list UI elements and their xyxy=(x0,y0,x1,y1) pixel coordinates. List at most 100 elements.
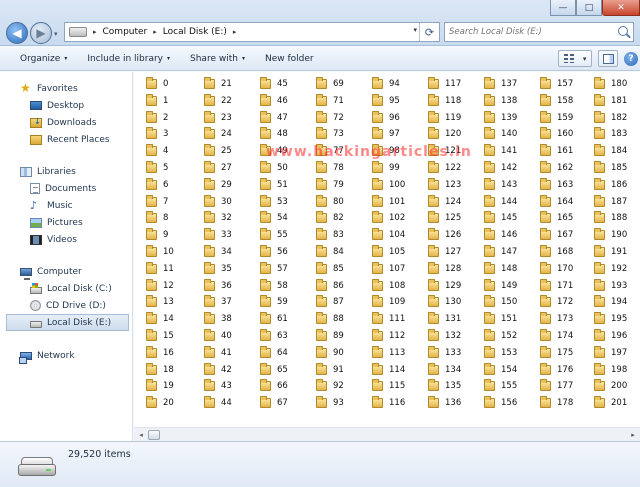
sidebar-item-local-disk-e[interactable]: Local Disk (E:) xyxy=(6,314,129,331)
folder-item[interactable]: 145 xyxy=(484,210,517,226)
folder-item[interactable]: 49 xyxy=(260,143,288,159)
folder-item[interactable]: 123 xyxy=(428,177,461,193)
folder-item[interactable]: 80 xyxy=(316,194,344,210)
folder-item[interactable]: 136 xyxy=(428,395,461,411)
folder-item[interactable]: 99 xyxy=(372,160,400,176)
share-with-button[interactable]: Share with ▾ xyxy=(180,47,255,70)
folder-item[interactable]: 142 xyxy=(484,160,517,176)
minimize-button[interactable]: — xyxy=(550,0,576,16)
folder-item[interactable]: 185 xyxy=(594,160,627,176)
folder-item[interactable]: 151 xyxy=(484,311,517,327)
folder-item[interactable]: 19 xyxy=(146,378,174,394)
folder-item[interactable]: 173 xyxy=(540,311,573,327)
folder-item[interactable]: 130 xyxy=(428,294,461,310)
folder-item[interactable]: 93 xyxy=(316,395,344,411)
include-in-library-button[interactable]: Include in library ▾ xyxy=(77,47,180,70)
folder-item[interactable]: 32 xyxy=(204,210,232,226)
folder-item[interactable]: 20 xyxy=(146,395,174,411)
forward-button[interactable]: ▶ xyxy=(30,22,52,44)
folder-item[interactable]: 172 xyxy=(540,294,573,310)
folder-item[interactable]: 96 xyxy=(372,110,400,126)
folder-item[interactable]: 66 xyxy=(260,378,288,394)
breadcrumb-local-disk-e[interactable]: Local Disk (E:) xyxy=(163,27,227,37)
folder-item[interactable]: 183 xyxy=(594,126,627,142)
sidebar-item-music[interactable]: ♪ Music xyxy=(0,197,133,214)
folder-item[interactable]: 94 xyxy=(372,76,400,92)
back-button[interactable]: ◀ xyxy=(6,22,28,44)
folder-item[interactable]: 44 xyxy=(204,395,232,411)
folder-item[interactable]: 129 xyxy=(428,278,461,294)
folder-item[interactable]: 104 xyxy=(372,227,405,243)
folder-item[interactable]: 51 xyxy=(260,177,288,193)
folder-item[interactable]: 176 xyxy=(540,362,573,378)
folder-item[interactable]: 95 xyxy=(372,93,400,109)
folder-item[interactable]: 50 xyxy=(260,160,288,176)
folder-item[interactable]: 156 xyxy=(484,395,517,411)
organize-button[interactable]: Organize ▾ xyxy=(0,47,77,70)
folder-item[interactable]: 143 xyxy=(484,177,517,193)
horizontal-scrollbar[interactable]: ◂ ▸ xyxy=(134,427,640,441)
folder-item[interactable]: 149 xyxy=(484,278,517,294)
folder-item[interactable]: 126 xyxy=(428,227,461,243)
folder-item[interactable]: 113 xyxy=(372,345,405,361)
folder-item[interactable]: 24 xyxy=(204,126,232,142)
folder-item[interactable]: 141 xyxy=(484,143,517,159)
folder-item[interactable]: 139 xyxy=(484,110,517,126)
folder-item[interactable]: 187 xyxy=(594,194,627,210)
folder-item[interactable]: 158 xyxy=(540,93,573,109)
recent-pages-dropdown[interactable]: ▾ xyxy=(54,30,58,38)
folder-item[interactable]: 27 xyxy=(204,160,232,176)
folder-item[interactable]: 4 xyxy=(146,143,168,159)
new-folder-button[interactable]: New folder xyxy=(255,47,324,70)
folder-item[interactable]: 59 xyxy=(260,294,288,310)
folder-item[interactable]: 14 xyxy=(146,311,174,327)
breadcrumb-separator[interactable]: ▸ xyxy=(233,28,237,36)
folder-item[interactable]: 63 xyxy=(260,328,288,344)
sidebar-item-recent-places[interactable]: Recent Places xyxy=(0,131,133,148)
sidebar-item-computer[interactable]: Computer xyxy=(0,263,133,280)
folder-item[interactable]: 135 xyxy=(428,378,461,394)
folder-item[interactable]: 43 xyxy=(204,378,232,394)
folder-item[interactable]: 40 xyxy=(204,328,232,344)
refresh-button[interactable]: ⟳ xyxy=(419,23,439,41)
sidebar-item-network[interactable]: Network xyxy=(0,347,133,364)
folder-item[interactable]: 115 xyxy=(372,378,405,394)
folder-item[interactable]: 90 xyxy=(316,345,344,361)
folder-item[interactable]: 22 xyxy=(204,93,232,109)
folder-item[interactable]: 152 xyxy=(484,328,517,344)
folder-item[interactable]: 69 xyxy=(316,76,344,92)
folder-item[interactable]: 102 xyxy=(372,210,405,226)
folder-item[interactable]: 88 xyxy=(316,311,344,327)
folder-item[interactable]: 184 xyxy=(594,143,627,159)
folder-item[interactable]: 10 xyxy=(146,244,174,260)
folder-item[interactable]: 48 xyxy=(260,126,288,142)
file-list-view[interactable]: 0 1 2 3 4 5 6 7 8 9 10 11 12 13 14 15 16 18 19 20 21 22 23 24 25… xyxy=(134,72,640,441)
folder-item[interactable]: 148 xyxy=(484,261,517,277)
folder-item[interactable]: 198 xyxy=(594,362,627,378)
folder-item[interactable]: 168 xyxy=(540,244,573,260)
folder-item[interactable]: 111 xyxy=(372,311,405,327)
folder-item[interactable]: 84 xyxy=(316,244,344,260)
folder-item[interactable]: 71 xyxy=(316,93,344,109)
folder-item[interactable]: 18 xyxy=(146,362,174,378)
folder-item[interactable]: 13 xyxy=(146,294,174,310)
folder-item[interactable]: 119 xyxy=(428,110,461,126)
folder-item[interactable]: 125 xyxy=(428,210,461,226)
folder-item[interactable]: 170 xyxy=(540,261,573,277)
sidebar-item-downloads[interactable]: Downloads xyxy=(0,114,133,131)
folder-item[interactable]: 2 xyxy=(146,110,168,126)
chevron-down-icon[interactable]: ▾ xyxy=(583,55,587,63)
folder-item[interactable]: 54 xyxy=(260,210,288,226)
folder-item[interactable]: 37 xyxy=(204,294,232,310)
folder-item[interactable]: 83 xyxy=(316,227,344,243)
folder-item[interactable]: 157 xyxy=(540,76,573,92)
folder-item[interactable]: 35 xyxy=(204,261,232,277)
folder-item[interactable]: 23 xyxy=(204,110,232,126)
folder-item[interactable]: 138 xyxy=(484,93,517,109)
folder-item[interactable]: 191 xyxy=(594,244,627,260)
folder-item[interactable]: 45 xyxy=(260,76,288,92)
folder-item[interactable]: 163 xyxy=(540,177,573,193)
folder-item[interactable]: 194 xyxy=(594,294,627,310)
folder-item[interactable]: 89 xyxy=(316,328,344,344)
folder-item[interactable]: 192 xyxy=(594,261,627,277)
